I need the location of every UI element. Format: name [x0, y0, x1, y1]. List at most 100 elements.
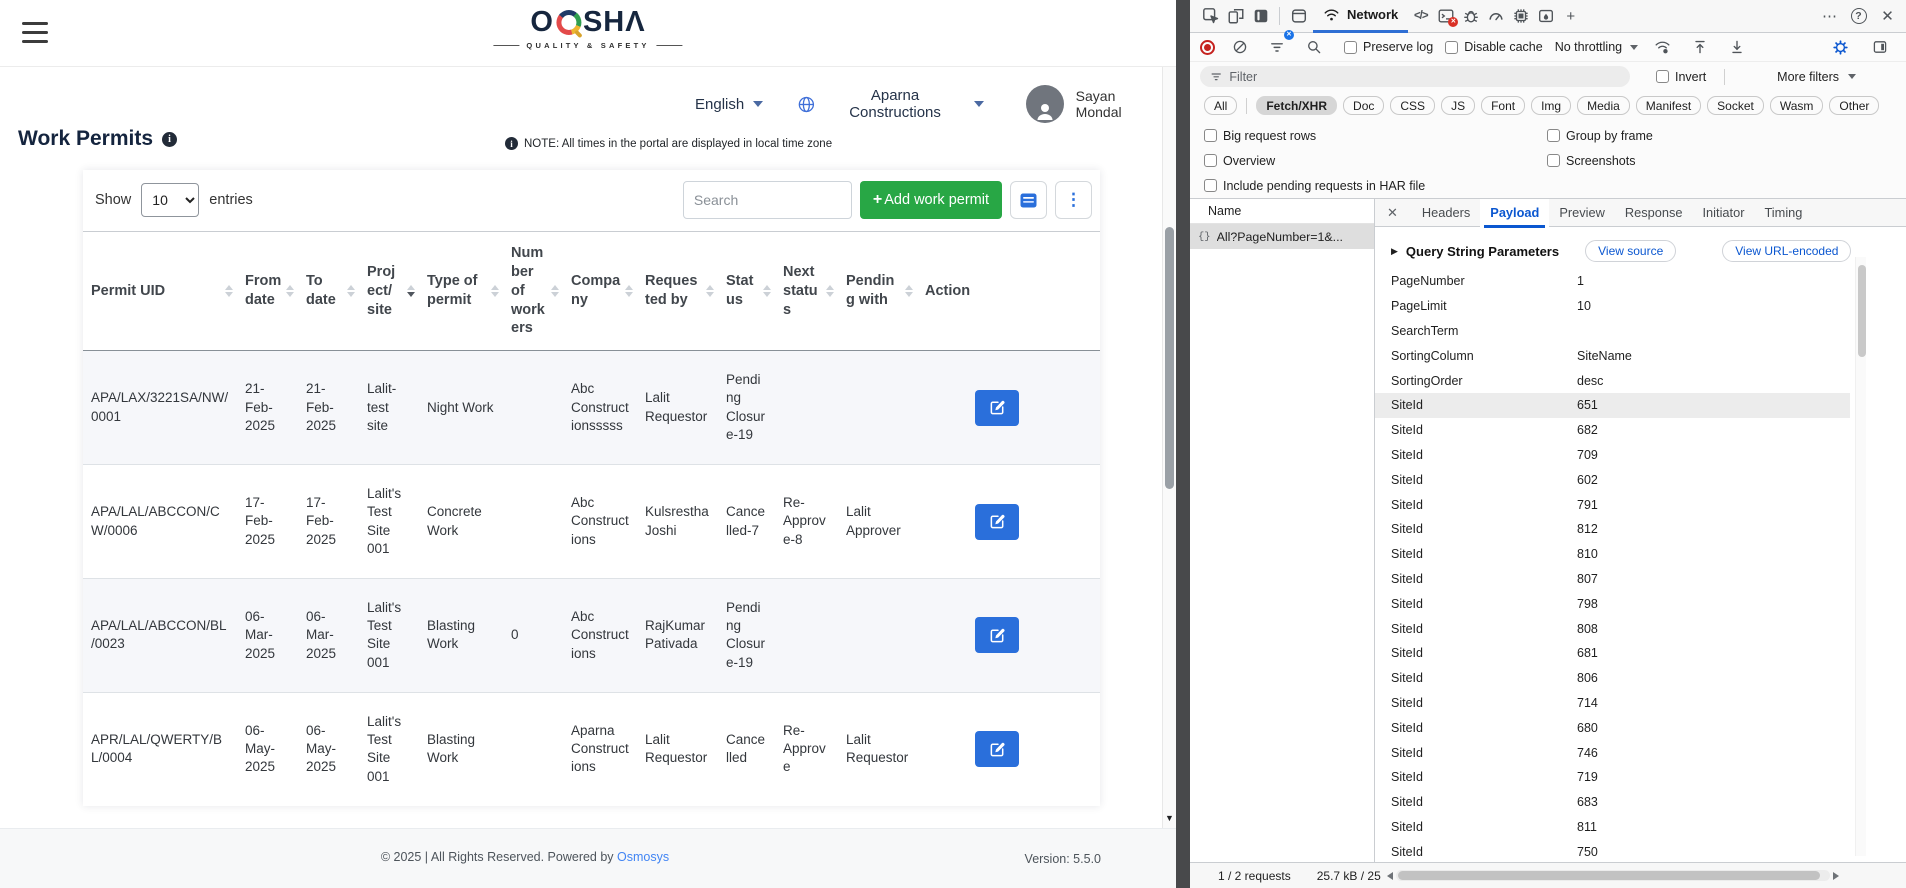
- import-har-icon[interactable]: [1687, 34, 1712, 60]
- language-dropdown[interactable]: English: [695, 96, 763, 113]
- search-icon[interactable]: [1301, 34, 1326, 60]
- more-filters-dropdown[interactable]: More filters: [1777, 70, 1856, 84]
- scroll-down-icon[interactable]: ▼: [1163, 813, 1176, 823]
- scroll-left-icon[interactable]: [1387, 872, 1393, 880]
- filter-pill-media[interactable]: Media: [1577, 96, 1630, 115]
- tab-application-icon[interactable]: [1533, 3, 1558, 29]
- group-by-frame-checkbox[interactable]: Group by frame: [1547, 129, 1653, 143]
- network-settings-gear-icon[interactable]: [1828, 34, 1853, 60]
- company-dropdown[interactable]: Aparna Constructions: [797, 87, 984, 121]
- add-tab-icon[interactable]: +: [1558, 3, 1583, 29]
- filter-input[interactable]: [1229, 70, 1620, 84]
- overview-checkbox[interactable]: Overview: [1204, 154, 1275, 168]
- osmosys-link[interactable]: Osmosys: [617, 850, 669, 864]
- column-header-next-status[interactable]: Next status: [775, 232, 838, 351]
- hamburger-menu-icon[interactable]: [22, 22, 48, 43]
- detail-tab-initiator[interactable]: Initiator: [1693, 199, 1755, 227]
- throttling-dropdown[interactable]: No throttling: [1555, 40, 1638, 54]
- devtools-resize-handle[interactable]: [1176, 0, 1190, 888]
- detail-tab-payload[interactable]: Payload: [1480, 199, 1549, 227]
- edit-permit-button[interactable]: [975, 390, 1019, 426]
- checkbox[interactable]: [1204, 179, 1217, 192]
- filter-pill-other[interactable]: Other: [1829, 96, 1879, 115]
- scrollbar-thumb[interactable]: [1858, 265, 1866, 357]
- scrollbar-track[interactable]: [1396, 870, 1830, 881]
- search-input[interactable]: [683, 181, 852, 219]
- tab-performance-icon[interactable]: [1483, 3, 1508, 29]
- column-header-to-date[interactable]: To date: [298, 232, 359, 351]
- add-work-permit-button[interactable]: + Add work permit: [860, 181, 1002, 219]
- detail-vertical-scrollbar[interactable]: [1855, 257, 1866, 856]
- screenshots-checkbox[interactable]: Screenshots: [1547, 154, 1635, 168]
- column-header-number-of-workers[interactable]: Number of workers: [503, 232, 563, 351]
- expand-triangle-icon[interactable]: ▶: [1391, 246, 1398, 257]
- tab-console-icon[interactable]: ✕: [1433, 3, 1458, 29]
- filter-pill-doc[interactable]: Doc: [1343, 96, 1384, 115]
- filter-pill-fetch-xhr[interactable]: Fetch/XHR: [1256, 96, 1337, 115]
- column-header-type-of-permit[interactable]: Type of permit: [419, 232, 503, 351]
- invert-checkbox[interactable]: Invert: [1656, 70, 1706, 84]
- edit-permit-button[interactable]: [975, 731, 1019, 767]
- checkbox[interactable]: [1656, 70, 1669, 83]
- checkbox[interactable]: [1204, 154, 1217, 167]
- checkbox[interactable]: [1204, 129, 1217, 142]
- detail-tab-response[interactable]: Response: [1615, 199, 1693, 227]
- column-header-requested-by[interactable]: Requested by: [637, 232, 718, 351]
- checkbox[interactable]: [1344, 41, 1357, 54]
- checkbox[interactable]: [1547, 129, 1560, 142]
- big-request-rows-checkbox[interactable]: Big request rows: [1204, 129, 1316, 143]
- checkbox[interactable]: [1547, 154, 1560, 167]
- focus-panel-icon[interactable]: [1248, 3, 1273, 29]
- column-header-from-date[interactable]: From date: [237, 232, 298, 351]
- dock-panel-icon[interactable]: [1867, 34, 1892, 60]
- preserve-log-checkbox[interactable]: Preserve log: [1344, 40, 1433, 54]
- disable-cache-checkbox[interactable]: Disable cache: [1445, 40, 1543, 54]
- column-header-project-site[interactable]: Project/ site: [359, 232, 419, 351]
- column-header-pending-with[interactable]: Pending with: [838, 232, 917, 351]
- inspect-element-icon[interactable]: [1198, 3, 1223, 29]
- tool-window-icon[interactable]: [1286, 3, 1311, 29]
- detail-tab-timing[interactable]: Timing: [1754, 199, 1812, 227]
- network-conditions-icon[interactable]: [1650, 34, 1675, 60]
- request-row-selected[interactable]: {} All?PageNumber=1&...: [1190, 224, 1374, 249]
- edit-permit-button[interactable]: [975, 617, 1019, 653]
- record-network-log-icon[interactable]: [1200, 40, 1215, 55]
- filter-pill-wasm[interactable]: Wasm: [1770, 96, 1824, 115]
- edit-permit-button[interactable]: [975, 504, 1019, 540]
- filter-pill-js[interactable]: JS: [1441, 96, 1475, 115]
- close-devtools-icon[interactable]: ✕: [1875, 3, 1900, 29]
- more-options-button[interactable]: ⋮: [1055, 181, 1092, 219]
- more-menu-icon[interactable]: ⋯: [1817, 3, 1842, 29]
- tab-memory-icon[interactable]: [1508, 3, 1533, 29]
- detail-tab-headers[interactable]: Headers: [1412, 199, 1480, 227]
- scrollbar-thumb[interactable]: [1165, 227, 1174, 489]
- scroll-right-icon[interactable]: [1833, 872, 1839, 880]
- info-icon[interactable]: i: [162, 132, 177, 147]
- help-icon[interactable]: ?: [1846, 3, 1871, 29]
- filter-pill-img[interactable]: Img: [1531, 96, 1571, 115]
- page-scrollbar[interactable]: ▼: [1162, 67, 1176, 828]
- detail-horizontal-scrollbar[interactable]: [1387, 869, 1839, 882]
- scrollbar-thumb[interactable]: [1398, 871, 1820, 880]
- filter-pill-font[interactable]: Font: [1481, 96, 1525, 115]
- name-column-header[interactable]: Name: [1190, 199, 1374, 224]
- close-detail-icon[interactable]: ✕: [1387, 205, 1398, 221]
- export-har-icon[interactable]: [1724, 34, 1749, 60]
- column-header-company[interactable]: Company: [563, 232, 637, 351]
- filter-pill-socket[interactable]: Socket: [1707, 96, 1764, 115]
- user-menu[interactable]: Sayan Mondal: [1026, 85, 1164, 123]
- filter-pill-css[interactable]: CSS: [1390, 96, 1435, 115]
- include-pending-har-checkbox[interactable]: Include pending requests in HAR file: [1204, 179, 1425, 193]
- column-header-permit-uid[interactable]: Permit UID: [83, 232, 237, 351]
- tab-network[interactable]: Network: [1313, 0, 1408, 33]
- tab-debugger-icon[interactable]: [1458, 3, 1483, 29]
- view-source-button[interactable]: View source: [1585, 240, 1676, 262]
- filter-toggle-icon[interactable]: ✕: [1264, 34, 1289, 60]
- filter-pill-all[interactable]: All: [1204, 96, 1237, 115]
- tab-sources-icon[interactable]: </>: [1408, 3, 1433, 29]
- view-url-encoded-button[interactable]: View URL-encoded: [1722, 240, 1851, 262]
- filter-pill-manifest[interactable]: Manifest: [1636, 96, 1701, 115]
- checkbox[interactable]: [1445, 41, 1458, 54]
- column-header-status[interactable]: Status: [718, 232, 775, 351]
- card-view-button[interactable]: [1010, 181, 1047, 219]
